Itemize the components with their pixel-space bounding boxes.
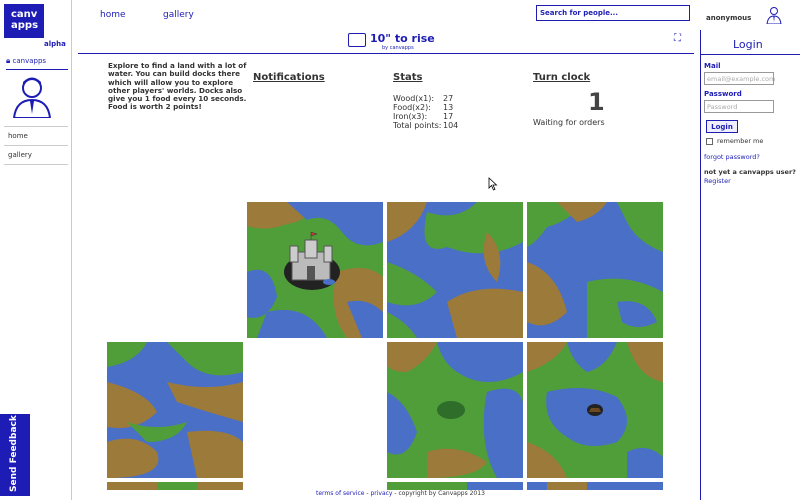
left-user-link[interactable]: 🔒︎ canvapps xyxy=(6,56,68,70)
fullscreen-icon[interactable]: ⛶ xyxy=(674,33,681,44)
remember-checkbox[interactable] xyxy=(706,137,713,145)
mouse-cursor-icon xyxy=(488,177,498,191)
user-avatar-small-icon[interactable] xyxy=(766,6,782,24)
top-bar: home gallery Search for people... anonym… xyxy=(78,0,800,28)
logo-line-2: apps xyxy=(11,20,39,31)
terms-link[interactable]: terms of service xyxy=(316,490,364,497)
login-panel: Login Mail email@example.com Password Pa… xyxy=(700,30,800,500)
email-field[interactable]: email@example.com xyxy=(704,72,775,85)
stats-list: Wood(x1): 27 Food(x2): 13 Iron(x3): 17 Tota… xyxy=(393,94,458,130)
stat-label: Food(x2): xyxy=(393,103,431,112)
stat-value: 27 xyxy=(443,94,454,103)
app-title: 10" to rise xyxy=(370,32,435,45)
map-tile-row3-3[interactable] xyxy=(527,482,663,490)
stats-heading: Stats xyxy=(393,72,423,83)
stat-label: Total points: xyxy=(393,121,442,130)
app-byline: by canvapps xyxy=(382,45,414,51)
left-user-name: canvapps xyxy=(12,57,47,65)
map-tile-castle[interactable] xyxy=(247,202,383,338)
remember-me[interactable]: remember me xyxy=(706,137,763,145)
login-button[interactable]: Login xyxy=(706,120,738,133)
app-title-bar: 10" to rise by canvapps ⛶ xyxy=(78,30,694,54)
not-user-text: not yet a canvapps user? xyxy=(704,168,796,176)
stat-row-wood: Wood(x1): 27 xyxy=(393,94,458,103)
stat-value: 104 xyxy=(443,121,459,130)
canvapps-logo[interactable]: canv apps xyxy=(4,4,50,44)
login-title: Login xyxy=(733,38,763,51)
map-tile-row3-2[interactable] xyxy=(387,482,523,490)
turn-clock-value: 1 xyxy=(588,88,605,116)
register-link[interactable]: Register xyxy=(704,177,731,185)
user-avatar-icon xyxy=(12,77,52,118)
stat-row-iron: Iron(x3): 17 xyxy=(393,112,458,121)
map-tile-4[interactable] xyxy=(107,342,243,478)
search-input[interactable]: Search for people... xyxy=(536,5,690,21)
nav-gallery-link[interactable]: gallery xyxy=(163,10,194,20)
stat-label: Iron(x3): xyxy=(393,112,428,121)
game-description: Explore to find a land with a lot of wat… xyxy=(108,61,247,112)
turn-clock-status: Waiting for orders xyxy=(533,118,605,127)
remember-label: remember me xyxy=(717,137,764,145)
left-nav-gallery[interactable]: gallery xyxy=(4,146,68,165)
stat-row-total: Total points: 104 xyxy=(393,121,458,130)
footer: terms of service - privacy - copyright b… xyxy=(316,490,485,497)
password-label: Password xyxy=(704,90,742,98)
map-tile-2[interactable] xyxy=(387,202,523,338)
map-tile-5[interactable] xyxy=(387,342,523,478)
logo-box: canv apps xyxy=(4,4,44,38)
stat-row-food: Food(x2): 13 xyxy=(393,103,458,112)
password-field[interactable]: Password xyxy=(704,100,774,113)
send-feedback-button[interactable]: Send Feedback xyxy=(0,414,30,496)
alpha-tag: alpha xyxy=(44,40,66,48)
stat-label: Wood(x1): xyxy=(393,94,435,103)
current-user-name: anonymous xyxy=(706,14,752,22)
notifications-heading: Notifications xyxy=(253,72,325,83)
app-icon xyxy=(348,33,366,47)
logo-line-1: canv xyxy=(11,9,38,20)
left-nav-home[interactable]: home xyxy=(4,127,68,146)
mail-label: Mail xyxy=(704,62,721,70)
privacy-link[interactable]: privacy xyxy=(370,490,392,497)
map-tile-row3-1[interactable] xyxy=(107,482,243,490)
lock-icon: 🔒︎ xyxy=(6,56,11,65)
map-tile-3[interactable] xyxy=(527,202,663,338)
turn-clock-heading: Turn clock xyxy=(533,72,591,83)
send-feedback-label: Send Feedback xyxy=(9,415,19,492)
nav-home-link[interactable]: home xyxy=(100,10,126,20)
login-divider xyxy=(701,54,800,55)
copyright-text: - copyright by Canvapps 2013 xyxy=(392,490,485,497)
forgot-password-link[interactable]: forgot password? xyxy=(704,153,760,161)
left-nav: home gallery xyxy=(4,126,68,165)
stat-value: 13 xyxy=(443,103,454,112)
stat-value: 17 xyxy=(443,112,454,121)
map-tile-dock[interactable] xyxy=(527,342,663,478)
